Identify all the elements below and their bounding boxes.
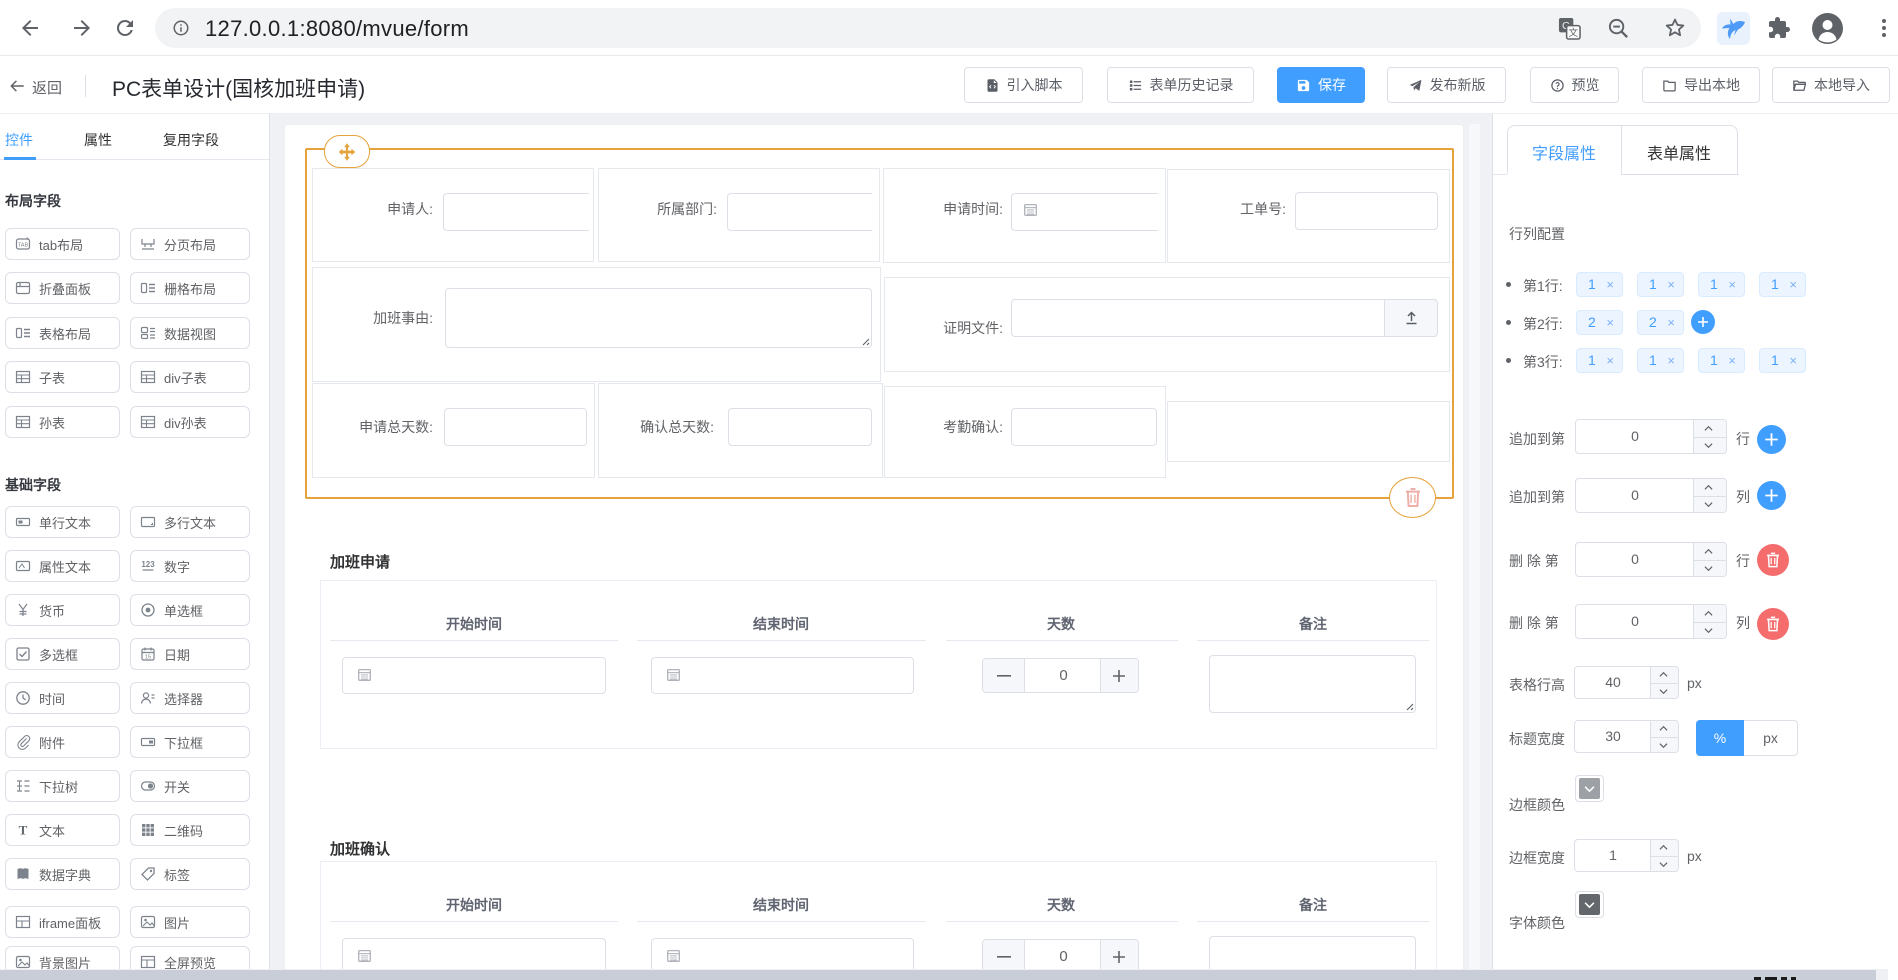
svg-text:T: T (19, 823, 28, 838)
svg-text:TAB: TAB (18, 243, 29, 249)
svg-text:123: 123 (141, 560, 155, 569)
svg-text:15: 15 (145, 655, 151, 661)
svg-text:文: 文 (1569, 27, 1579, 39)
